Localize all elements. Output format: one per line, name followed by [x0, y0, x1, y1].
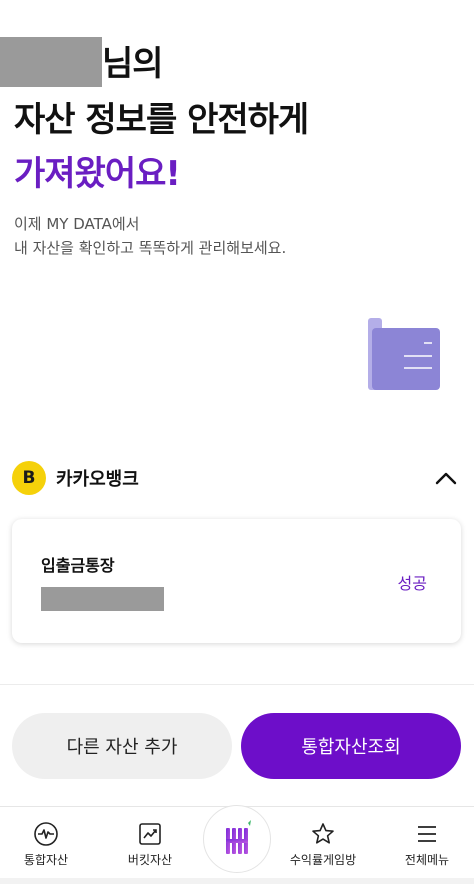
account-status: 성공 — [397, 574, 427, 593]
kakaobank-logo-icon: B — [12, 461, 46, 495]
tab-all-menu[interactable]: 전체메뉴 — [382, 821, 472, 868]
tab-bucket-assets[interactable]: 버킷자산 — [105, 821, 195, 868]
tab-label: 전체메뉴 — [404, 853, 450, 867]
home-indicator-bar — [0, 878, 474, 884]
divider — [0, 684, 474, 685]
h-logo-icon — [226, 820, 251, 854]
tab-yield-game-room[interactable]: 수익률게임방 — [278, 821, 368, 868]
headline-line1: 님의 — [0, 37, 454, 88]
chart-up-icon — [139, 823, 161, 845]
tab-label: 통합자산 — [23, 853, 69, 867]
headline-line3: 가져왔어요! — [14, 154, 181, 194]
integrated-asset-lookup-button[interactable]: 통합자산조회 — [241, 713, 461, 779]
headline: 님의 자산 정보를 안전하게 가져왔어요! — [0, 37, 454, 198]
account-card[interactable]: 입출금통장 성공 — [12, 519, 461, 643]
home-logo-button[interactable] — [203, 805, 271, 873]
bank-name: 카카오뱅크 — [56, 469, 139, 490]
headline-suffix: 님의 — [102, 44, 164, 84]
headline-line2: 자산 정보를 안전하게 — [14, 100, 309, 140]
account-number-redacted — [41, 587, 164, 611]
bottom-tab-bar: 통합자산 버킷자산 수익률게임방 전체메뉴 — [0, 805, 474, 884]
subtext-line1: 이제 MY DATA에서 — [14, 215, 140, 233]
subtext: 이제 MY DATA에서 내 자산을 확인하고 똑똑하게 관리해보세요. — [14, 212, 286, 260]
user-name-redacted — [0, 37, 102, 87]
bank-header[interactable]: B 카카오뱅크 — [12, 460, 462, 496]
pulse-circle-icon — [34, 822, 58, 846]
tab-label: 버킷자산 — [127, 853, 173, 867]
collapse-chevron-up-icon[interactable] — [434, 466, 458, 490]
account-type: 입출금통장 — [41, 556, 115, 575]
subtext-line2: 내 자산을 확인하고 똑똑하게 관리해보세요. — [14, 239, 287, 257]
tab-label: 수익률게임방 — [289, 853, 357, 867]
add-other-asset-button[interactable]: 다른 자산 추가 — [12, 713, 232, 779]
hamburger-menu-icon — [418, 826, 436, 842]
star-icon — [312, 823, 334, 844]
document-illustration-icon — [368, 318, 440, 390]
tab-integrated-assets[interactable]: 통합자산 — [1, 821, 91, 868]
